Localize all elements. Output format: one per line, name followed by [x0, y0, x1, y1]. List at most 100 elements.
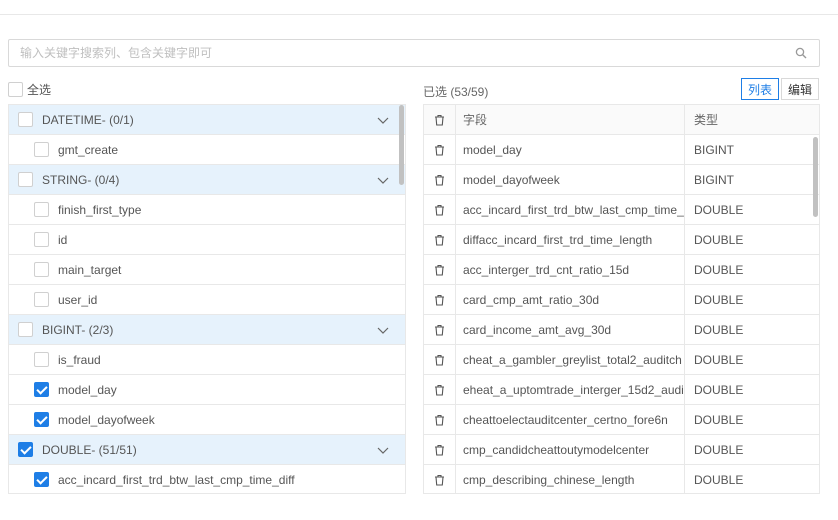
type-cell: BIGINT	[694, 142, 735, 157]
delete-cell[interactable]	[424, 255, 456, 284]
header-delete-all[interactable]	[424, 105, 456, 134]
trash-icon[interactable]	[434, 444, 445, 456]
trash-icon[interactable]	[434, 174, 445, 186]
delete-cell[interactable]	[424, 225, 456, 254]
group-checkbox[interactable]	[18, 172, 33, 187]
table-row: diffacc_incard_first_trd_time_length DOUB…	[424, 225, 819, 255]
column-checkbox[interactable]	[34, 412, 49, 427]
search-icon[interactable]	[795, 47, 807, 59]
column-label: is_fraud	[58, 352, 101, 367]
select-all[interactable]: 全选	[8, 81, 51, 98]
table-row: card_cmp_amt_ratio_30d DOUBLE	[424, 285, 819, 315]
delete-cell[interactable]	[424, 435, 456, 464]
select-all-checkbox[interactable]	[8, 82, 23, 97]
column-item[interactable]: user_id	[9, 284, 405, 314]
chevron-down-icon[interactable]	[377, 324, 389, 336]
field-cell: cheat_a_gambler_greylist_total2_auditch	[456, 345, 685, 374]
column-label: finish_first_type	[58, 202, 142, 217]
chevron-down-icon[interactable]	[377, 174, 389, 186]
table-header: 字段 类型	[424, 105, 819, 135]
list-view-button[interactable]: 列表	[741, 78, 779, 100]
column-checkbox[interactable]	[34, 472, 49, 487]
column-checkbox[interactable]	[34, 262, 49, 277]
header-type: 类型	[694, 113, 719, 127]
trash-icon[interactable]	[434, 354, 445, 366]
edit-view-button[interactable]: 编辑	[781, 78, 819, 100]
trash-icon[interactable]	[434, 384, 445, 396]
type-cell: DOUBLE	[694, 442, 744, 457]
field-cell: model_day	[456, 135, 685, 164]
delete-cell[interactable]	[424, 405, 456, 434]
delete-cell[interactable]	[424, 165, 456, 194]
column-group-header[interactable]: DATETIME- (0/1)	[9, 104, 405, 134]
chevron-down-icon[interactable]	[377, 114, 389, 126]
column-list[interactable]: DATETIME- (0/1) gmt_create STRING- (0/4) fi…	[8, 104, 406, 494]
column-item[interactable]: gmt_create	[9, 134, 405, 164]
selected-columns-table: 字段 类型 model_day BIGINT model_dayofweek BIGI…	[423, 104, 820, 494]
group-label: DATETIME- (0/1)	[42, 112, 134, 127]
group-label: BIGINT- (2/3)	[42, 322, 114, 337]
header-field: 字段	[456, 105, 685, 134]
group-label: DOUBLE- (51/51)	[42, 442, 137, 457]
column-group-header[interactable]: BIGINT- (2/3)	[9, 314, 405, 344]
column-label: model_dayofweek	[58, 412, 155, 427]
type-cell: DOUBLE	[694, 412, 744, 427]
trash-icon[interactable]	[434, 114, 445, 126]
search-input[interactable]	[9, 40, 779, 66]
delete-cell[interactable]	[424, 285, 456, 314]
column-checkbox[interactable]	[34, 382, 49, 397]
column-item[interactable]: id	[9, 224, 405, 254]
column-checkbox[interactable]	[34, 292, 49, 307]
trash-icon[interactable]	[434, 474, 445, 486]
column-item[interactable]: finish_first_type	[9, 194, 405, 224]
column-checkbox[interactable]	[34, 202, 49, 217]
column-label: user_id	[58, 292, 98, 307]
delete-cell[interactable]	[424, 375, 456, 404]
column-checkbox[interactable]	[34, 142, 49, 157]
field-cell: cmp_candidcheattoutymodelcenter	[456, 435, 685, 464]
table-row: cheat_a_gambler_greylist_total2_auditch D…	[424, 345, 819, 375]
trash-icon[interactable]	[434, 144, 445, 156]
column-checkbox[interactable]	[34, 232, 49, 247]
group-checkbox[interactable]	[18, 322, 33, 337]
column-item[interactable]: is_fraud	[9, 344, 405, 374]
type-cell: BIGINT	[694, 172, 735, 187]
column-item[interactable]: main_target	[9, 254, 405, 284]
table-row: eheat_a_uptomtrade_interger_15d2_auditc D…	[424, 375, 819, 405]
table-row: model_dayofweek BIGINT	[424, 165, 819, 195]
delete-cell[interactable]	[424, 315, 456, 344]
trash-icon[interactable]	[434, 264, 445, 276]
group-label: STRING- (0/4)	[42, 172, 120, 187]
group-checkbox[interactable]	[18, 442, 33, 457]
delete-cell[interactable]	[424, 345, 456, 374]
type-cell: DOUBLE	[694, 292, 744, 307]
chevron-down-icon[interactable]	[377, 444, 389, 456]
group-checkbox[interactable]	[18, 112, 33, 127]
field-cell: acc_interger_trd_cnt_ratio_15d	[456, 255, 685, 284]
trash-icon[interactable]	[434, 324, 445, 336]
type-cell: DOUBLE	[694, 232, 744, 247]
table-row: acc_incard_first_trd_btw_last_cmp_time_ D…	[424, 195, 819, 225]
column-search-box[interactable]	[8, 39, 820, 67]
left-scrollbar[interactable]	[399, 105, 404, 185]
type-cell: DOUBLE	[694, 382, 744, 397]
delete-cell[interactable]	[424, 135, 456, 164]
table-row: acc_interger_trd_cnt_ratio_15d DOUBLE	[424, 255, 819, 285]
column-item[interactable]: model_dayofweek	[9, 404, 405, 434]
field-cell: eheat_a_uptomtrade_interger_15d2_auditc	[456, 375, 685, 404]
delete-cell[interactable]	[424, 195, 456, 224]
right-scrollbar[interactable]	[813, 137, 818, 217]
trash-icon[interactable]	[434, 234, 445, 246]
trash-icon[interactable]	[434, 414, 445, 426]
delete-cell[interactable]	[424, 465, 456, 493]
column-checkbox[interactable]	[34, 352, 49, 367]
type-cell: DOUBLE	[694, 202, 744, 217]
column-group-header[interactable]: STRING- (0/4)	[9, 164, 405, 194]
trash-icon[interactable]	[434, 204, 445, 216]
column-item[interactable]: acc_incard_first_trd_btw_last_cmp_time_d…	[9, 464, 405, 493]
column-group-header[interactable]: DOUBLE- (51/51)	[9, 434, 405, 464]
type-cell: DOUBLE	[694, 262, 744, 277]
column-label: id	[58, 232, 68, 247]
column-item[interactable]: model_day	[9, 374, 405, 404]
trash-icon[interactable]	[434, 294, 445, 306]
